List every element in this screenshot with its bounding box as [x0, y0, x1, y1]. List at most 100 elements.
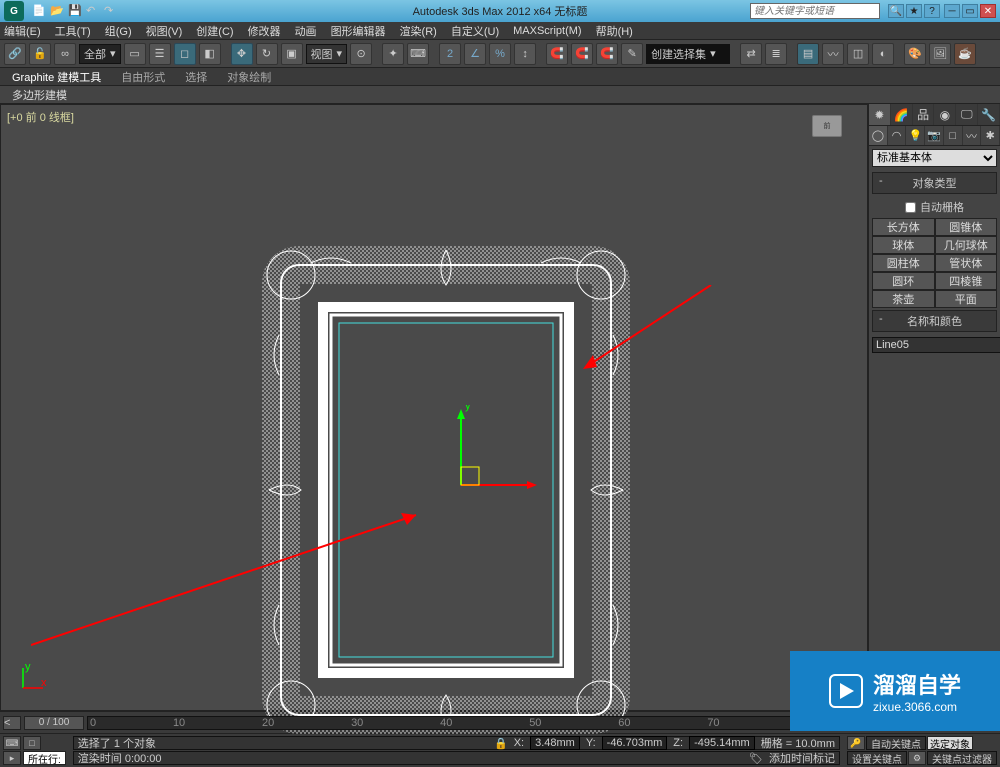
- menu-help[interactable]: 帮助(H): [596, 23, 633, 39]
- qat-open-icon[interactable]: 📂: [50, 4, 64, 18]
- minimize-button[interactable]: ─: [944, 4, 960, 18]
- edit-icon[interactable]: ✎: [621, 43, 643, 65]
- btn-torus[interactable]: 圆环: [872, 272, 935, 290]
- snap-2d-icon[interactable]: 2: [439, 43, 461, 65]
- time-slider-handle[interactable]: 0 / 100: [24, 716, 84, 730]
- key-filters-label[interactable]: 关键点过滤器: [927, 751, 997, 765]
- key-selection-set[interactable]: 选定对象: [927, 736, 973, 750]
- close-button[interactable]: ✕: [980, 4, 996, 18]
- cat-shapes-icon[interactable]: ◠: [888, 126, 907, 145]
- maxscript-mini-icon[interactable]: ⌨: [3, 736, 21, 750]
- selection-filter-dropdown[interactable]: 全部 ▾: [79, 44, 121, 64]
- menu-group[interactable]: 组(G): [105, 23, 132, 39]
- material-icon[interactable]: ◐: [872, 43, 894, 65]
- infocenter-star-icon[interactable]: ★: [906, 4, 922, 18]
- prompt-icon[interactable]: ▸: [3, 751, 21, 765]
- cat-systems-icon[interactable]: ✱: [981, 126, 1000, 145]
- app-logo-icon[interactable]: G: [4, 1, 24, 21]
- viewport-label[interactable]: [+0 前 0 线框]: [7, 109, 74, 125]
- rollout-name-color[interactable]: 名称和颜色: [872, 310, 997, 332]
- tab-display-icon[interactable]: 🖵: [956, 104, 978, 125]
- menu-render[interactable]: 渲染(R): [400, 23, 437, 39]
- align-icon[interactable]: ≣: [765, 43, 787, 65]
- magnet3-icon[interactable]: 🧲: [596, 43, 618, 65]
- key-filters-icon[interactable]: ⚙: [908, 751, 926, 765]
- btn-teapot[interactable]: 茶壶: [872, 290, 935, 308]
- btn-cone[interactable]: 圆锥体: [935, 218, 998, 236]
- tab-modify-icon[interactable]: 🌈: [891, 104, 913, 125]
- magnet1-icon[interactable]: 🧲: [546, 43, 568, 65]
- scale-icon[interactable]: ▣: [281, 43, 303, 65]
- menu-animation[interactable]: 动画: [295, 23, 317, 39]
- viewport[interactable]: [+0 前 0 线框] 前: [0, 104, 868, 711]
- bind-icon[interactable]: ∞: [54, 43, 76, 65]
- window-crossing-icon[interactable]: ◧: [199, 43, 221, 65]
- geometry-type-dropdown[interactable]: 标准基本体: [872, 149, 997, 167]
- unlink-icon[interactable]: 🔓: [29, 43, 51, 65]
- manipulate-icon[interactable]: ✦: [382, 43, 404, 65]
- btn-tube[interactable]: 管状体: [935, 254, 998, 272]
- menu-customize[interactable]: 自定义(U): [451, 23, 499, 39]
- add-time-tag[interactable]: 添加时间标记: [769, 750, 835, 766]
- help-search-input[interactable]: [750, 3, 880, 19]
- infocenter-help-icon[interactable]: ?: [924, 4, 940, 18]
- menu-view[interactable]: 视图(V): [146, 23, 183, 39]
- ribbon-tab-graphite[interactable]: Graphite 建模工具: [12, 69, 101, 85]
- ribbon-tab-selection[interactable]: 选择: [185, 69, 207, 85]
- layers-icon[interactable]: ▤: [797, 43, 819, 65]
- autogrid-check[interactable]: 自动栅格: [869, 196, 1000, 218]
- viewcube-face[interactable]: 前: [812, 115, 842, 137]
- cat-geometry-icon[interactable]: ◯: [869, 126, 888, 145]
- listener-icon[interactable]: □: [23, 736, 41, 750]
- named-selection-dropdown[interactable]: 创建选择集 ▾: [646, 44, 730, 64]
- tab-hierarchy-icon[interactable]: 品: [913, 104, 935, 125]
- keyboard-icon[interactable]: ⌨: [407, 43, 429, 65]
- cat-spacewarps-icon[interactable]: 〰: [963, 126, 982, 145]
- qat-new-icon[interactable]: 📄: [32, 4, 46, 18]
- btn-cylinder[interactable]: 圆柱体: [872, 254, 935, 272]
- infocenter-binoculars-icon[interactable]: 🔍: [888, 4, 904, 18]
- coord-z[interactable]: -495.14mm: [689, 736, 755, 750]
- current-layer-field[interactable]: 所在行:: [23, 751, 66, 765]
- ribbon-tab-freeform[interactable]: 自由形式: [121, 69, 165, 85]
- link-icon[interactable]: 🔗: [4, 43, 26, 65]
- menu-modifiers[interactable]: 修改器: [248, 23, 281, 39]
- transform-gizmo[interactable]: y: [441, 405, 541, 505]
- btn-geosphere[interactable]: 几何球体: [935, 236, 998, 254]
- select-icon[interactable]: ▭: [124, 43, 146, 65]
- setkey-button[interactable]: 设置关键点: [847, 751, 907, 765]
- qat-save-icon[interactable]: 💾: [68, 4, 82, 18]
- tab-create-icon[interactable]: ✹: [869, 104, 891, 125]
- pivot-icon[interactable]: ⊙: [350, 43, 372, 65]
- coord-x[interactable]: 3.48mm: [530, 736, 580, 750]
- btn-sphere[interactable]: 球体: [872, 236, 935, 254]
- magnet2-icon[interactable]: 🧲: [571, 43, 593, 65]
- time-tag-icon[interactable]: 🏷: [749, 752, 763, 765]
- tab-utilities-icon[interactable]: 🔧: [978, 104, 1000, 125]
- menu-create[interactable]: 创建(C): [196, 23, 233, 39]
- select-name-icon[interactable]: ☰: [149, 43, 171, 65]
- move-icon[interactable]: ✥: [231, 43, 253, 65]
- setkey-large-icon[interactable]: 🔑: [847, 736, 865, 750]
- coord-y[interactable]: -46.703mm: [602, 736, 668, 750]
- autokey-button[interactable]: 自动关键点: [866, 736, 926, 750]
- menu-graph-editors[interactable]: 图形编辑器: [331, 23, 386, 39]
- render-icon[interactable]: ☕: [954, 43, 976, 65]
- object-name-input[interactable]: [872, 337, 1000, 353]
- autogrid-checkbox[interactable]: [905, 202, 916, 213]
- schematic-icon[interactable]: ◫: [847, 43, 869, 65]
- ref-coord-dropdown[interactable]: 视图 ▾: [306, 44, 348, 64]
- render-frame-icon[interactable]: 🖼: [929, 43, 951, 65]
- cat-cameras-icon[interactable]: 📷: [925, 126, 944, 145]
- menu-tools[interactable]: 工具(T): [55, 23, 91, 39]
- ribbon-tab-paint[interactable]: 对象绘制: [227, 69, 271, 85]
- cat-helpers-icon[interactable]: □: [944, 126, 963, 145]
- ribbon-panel-polymodel[interactable]: 多边形建模: [12, 87, 67, 103]
- viewcube[interactable]: 前: [807, 115, 847, 155]
- tab-motion-icon[interactable]: ◉: [934, 104, 956, 125]
- lock-icon[interactable]: 🔒: [494, 737, 508, 750]
- cat-lights-icon[interactable]: 💡: [906, 126, 925, 145]
- snap-percent-icon[interactable]: %: [489, 43, 511, 65]
- menu-maxscript[interactable]: MAXScript(M): [513, 25, 581, 37]
- curve-editor-icon[interactable]: 〰: [822, 43, 844, 65]
